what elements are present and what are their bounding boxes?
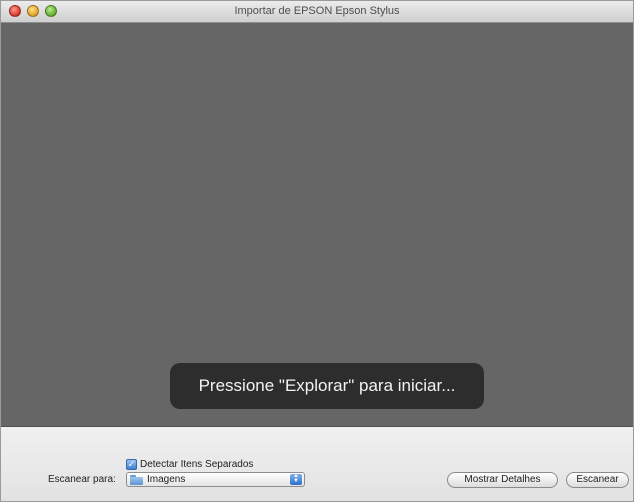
folder-icon — [130, 474, 143, 485]
scan-destination-select[interactable]: Imagens ▲ ▼ — [126, 472, 305, 487]
scan-to-label: Escanear para: — [48, 474, 116, 485]
scan-options-bar: ✓ Detectar Itens Separados Escanear para… — [1, 427, 633, 501]
popup-arrows-icon: ▲ ▼ — [290, 473, 302, 485]
detect-separate-items-label: Detectar Itens Separados — [140, 458, 254, 470]
scan-preview-area[interactable]: Pressione "Explorar" para iniciar... — [1, 23, 633, 427]
scan-destination-value: Imagens — [147, 474, 186, 485]
scan-button[interactable]: Escanear — [566, 472, 629, 488]
show-details-button[interactable]: Mostrar Detalhes — [447, 472, 558, 488]
detect-separate-items-option[interactable]: ✓ Detectar Itens Separados — [126, 457, 253, 471]
detect-separate-items-checkbox[interactable]: ✓ — [126, 458, 137, 470]
checkmark-icon: ✓ — [127, 458, 136, 469]
scan-hint-message: Pressione "Explorar" para iniciar... — [170, 363, 484, 409]
window-title: Importar de EPSON Epson Stylus — [234, 5, 400, 17]
title-bar[interactable]: Importar de EPSON Epson Stylus — [1, 1, 633, 23]
scanner-window: Importar de EPSON Epson Stylus Pressione… — [0, 0, 634, 502]
